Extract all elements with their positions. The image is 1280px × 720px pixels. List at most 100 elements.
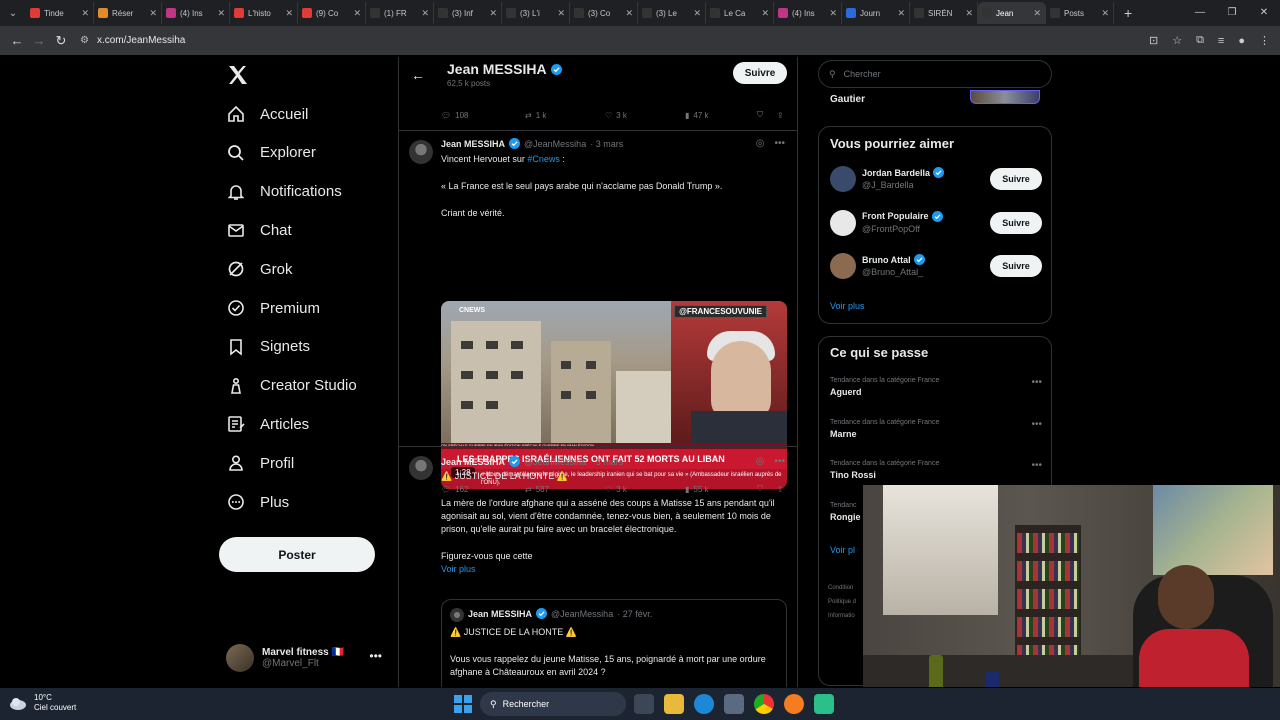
close-tab-icon[interactable]: ✕ [489,8,497,19]
tweet-date[interactable]: · 3 mars [590,457,623,467]
extensions-icon[interactable]: ⧉ [1196,34,1204,47]
site-info-icon[interactable]: ⚙ [80,35,89,46]
post-button[interactable]: Poster [219,537,375,572]
browser-tab[interactable]: Tinde ✕ [26,2,94,24]
close-tab-icon[interactable]: ✕ [81,8,89,19]
profile-timeline[interactable]: ← Jean MESSIHA 62,5 k posts Suivre 💬︎ 108… [398,57,798,687]
nav-item-creator-studio[interactable]: Creator Studio [226,374,357,398]
browser-tab[interactable]: (3) Inf ✕ [434,2,502,24]
close-tab-icon[interactable]: ✕ [557,8,565,19]
nav-item-grok[interactable]: Grok [226,257,293,281]
menu-icon[interactable]: ⋮ [1259,34,1270,47]
nav-item-notifications[interactable]: Notifications [226,180,342,204]
new-tab-icon[interactable]: + [1124,5,1132,21]
browser-tab[interactable]: (4) Ins ✕ [162,2,230,24]
chrome-icon[interactable] [754,694,774,714]
nav-item-explorer[interactable]: Explorer [226,141,316,165]
nav-item-chat[interactable]: Chat [226,218,292,242]
suggested-account[interactable]: Front Populaire @FrontPopOff Suivre [830,208,1042,238]
more-icon[interactable]: ••• [369,649,382,663]
install-icon[interactable]: ⊡ [1149,34,1158,47]
close-tab-icon[interactable]: ✕ [217,8,225,19]
task-view-icon[interactable] [634,694,654,714]
quoted-tweet[interactable]: Jean MESSIHA @JeanMessiha · 27 févr. ⚠️ … [441,599,787,687]
close-tab-icon[interactable]: ✕ [353,8,361,19]
share-icon[interactable]: ⇪ [777,111,784,120]
browser-tab[interactable]: (3) Co ✕ [570,2,638,24]
restore-icon[interactable]: ❐ [1216,0,1248,26]
more-icon[interactable]: ••• [774,456,785,467]
close-tab-icon[interactable]: ✕ [829,8,837,19]
close-tab-icon[interactable]: ✕ [1033,8,1041,19]
browser-tab[interactable]: (3) L'i ✕ [502,2,570,24]
close-tab-icon[interactable]: ✕ [761,8,769,19]
x-logo-icon[interactable] [226,63,250,87]
see-more-link[interactable]: Voir plus [830,301,865,311]
browser-tab[interactable]: Le Ca ✕ [706,2,774,24]
close-tab-icon[interactable]: ✕ [1101,8,1109,19]
reply-button[interactable]: 💬︎ 108 [441,111,525,120]
suggested-account[interactable]: Bruno Attal @Bruno_Attal_ Suivre [830,251,1042,281]
see-more-link[interactable]: Voir pl [830,545,855,555]
tab-search-icon[interactable]: ⌄ [0,0,26,26]
browser-tab[interactable]: (1) FR ✕ [366,2,434,24]
app-icon[interactable] [814,694,834,714]
trend-item[interactable]: Tendance dans la catégorie France Tino Ro… [830,460,1042,480]
grok-icon[interactable]: ◎ [756,138,765,149]
taskbar-search[interactable]: ⚲ Rechercher [480,692,626,716]
media-icon[interactable]: ≡ [1218,35,1224,47]
grok-icon[interactable]: ◎ [756,456,765,467]
account-switcher[interactable]: Marvel fitness 🇫🇷 @Marvel_Flt ••• [226,643,396,673]
follow-button[interactable]: Suivre [990,168,1042,190]
nav-item-profil[interactable]: Profil [226,451,294,475]
close-icon[interactable]: ✕ [1248,0,1280,26]
nav-item-signets[interactable]: Signets [226,335,310,359]
url-input[interactable]: ⚙ x.com/JeanMessiha [80,30,1080,52]
profile-icon[interactable]: ● [1238,35,1245,47]
browser-tab[interactable]: Posts ✕ [1046,2,1114,24]
browser-tab[interactable]: L'histo ✕ [230,2,298,24]
bookmark-icon[interactable]: ⛉ [757,110,777,120]
views-button[interactable]: ▮ 47 k [685,111,757,120]
avatar[interactable] [409,140,433,164]
close-tab-icon[interactable]: ✕ [625,8,633,19]
repost-button[interactable]: ⇄ 1 k [525,111,605,120]
close-tab-icon[interactable]: ✕ [897,8,905,19]
author-handle[interactable]: @JeanMessiha [524,457,586,467]
close-tab-icon[interactable]: ✕ [285,8,293,19]
follow-button[interactable]: Suivre [990,211,1042,234]
browser-tab[interactable]: SIRÈN ✕ [910,2,978,24]
close-tab-icon[interactable]: ✕ [693,8,701,19]
firefox-icon[interactable] [784,694,804,714]
show-more-link[interactable]: Voir plus [441,563,786,576]
more-icon[interactable]: ••• [1031,460,1042,471]
suggested-account[interactable]: Jordan Bardella @J_Bardella Suivre [830,164,1042,194]
author-name[interactable]: Jean MESSIHA [441,139,505,149]
browser-tab[interactable]: (4) Ins ✕ [774,2,842,24]
weather-widget[interactable]: 10°C Ciel couvert [8,693,76,713]
store-icon[interactable] [724,694,744,714]
trend-item[interactable]: Tendance dans la catégorie France Marne ••… [830,419,1042,439]
star-icon[interactable]: ☆ [1172,34,1182,47]
related-name[interactable]: Gautier [830,94,865,105]
hashtag-link[interactable]: #Cnews [527,154,560,164]
file-explorer-icon[interactable] [664,694,684,714]
minimize-icon[interactable]: — [1184,0,1216,26]
search-input[interactable]: ⚲ Chercher [818,60,1052,88]
browser-tab[interactable]: Journ ✕ [842,2,910,24]
close-tab-icon[interactable]: ✕ [965,8,973,19]
nav-item-plus[interactable]: Plus [226,490,289,514]
browser-tab[interactable]: (9) Co ✕ [298,2,366,24]
browser-tab[interactable]: Jean ✕ [978,2,1046,24]
reload-icon[interactable]: ↻ [50,33,72,49]
author-name[interactable]: Jean MESSIHA [441,457,505,467]
close-tab-icon[interactable]: ✕ [149,8,157,19]
more-icon[interactable]: ••• [1031,419,1042,430]
tweet-date[interactable]: · 3 mars [590,139,623,149]
back-icon[interactable]: ← [6,33,28,48]
nav-item-articles[interactable]: Articles [226,412,309,436]
nav-item-accueil[interactable]: Accueil [226,102,308,126]
browser-tab[interactable]: (3) Le ✕ [638,2,706,24]
trend-item[interactable]: Tendance dans la catégorie France Aguerd •… [830,377,1042,397]
follow-button[interactable]: Suivre [990,255,1042,277]
